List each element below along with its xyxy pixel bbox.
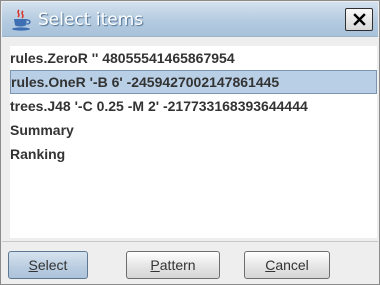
- list-item[interactable]: trees.J48 '-C 0.25 -M 2' -21773316839364…: [10, 94, 377, 118]
- title-bar[interactable]: Select items: [2, 2, 378, 37]
- pattern-button-mnemonic: P: [150, 257, 160, 273]
- select-button-label: elect: [37, 257, 68, 273]
- close-icon: [352, 13, 366, 26]
- items-list[interactable]: rules.ZeroR '' 48055541465867954 rules.O…: [10, 46, 377, 238]
- cancel-button-mnemonic: C: [265, 257, 276, 273]
- java-cup-icon: [11, 9, 32, 31]
- cancel-button-label: ancel: [275, 257, 309, 273]
- list-item[interactable]: Summary: [10, 118, 377, 142]
- dialog-title: Select items: [38, 10, 144, 30]
- select-button-mnemonic: S: [28, 257, 38, 273]
- pattern-button-label: attern: [159, 257, 196, 273]
- close-button[interactable]: [345, 8, 373, 31]
- list-item[interactable]: rules.ZeroR '' 48055541465867954: [10, 46, 377, 70]
- select-items-dialog: Select items rules.ZeroR '' 480555414658…: [0, 0, 380, 285]
- cancel-button[interactable]: Cancel: [244, 251, 330, 279]
- button-bar: Select Pattern Cancel: [2, 241, 378, 284]
- pattern-button[interactable]: Pattern: [126, 251, 220, 279]
- list-item-selected[interactable]: rules.OneR '-B 6' -2459427002147861445: [10, 70, 377, 94]
- select-button[interactable]: Select: [8, 251, 88, 279]
- list-item[interactable]: Ranking: [10, 142, 377, 166]
